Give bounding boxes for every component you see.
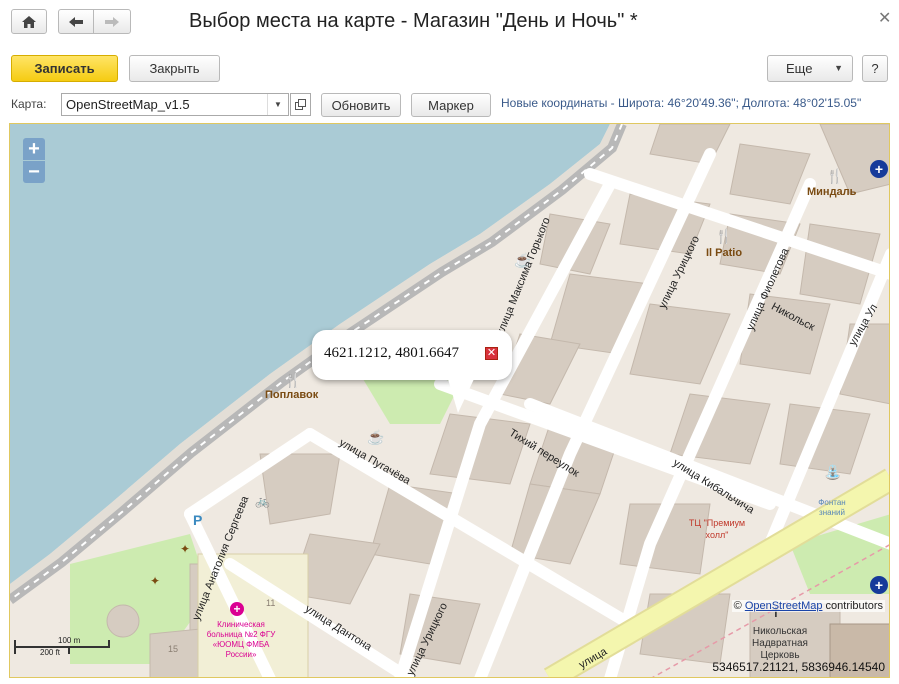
window-title: Выбор места на карте - Магазин "День и Н…: [189, 10, 638, 32]
scale-bar: 100 m 200 ft: [14, 636, 114, 658]
map-view[interactable]: + − 🍴 Миндаль 🍴 Il Patio ☕ 🍴 Поплавок ☕ …: [9, 123, 890, 678]
playground-icon: ✦: [150, 574, 161, 588]
more-label: Еще: [786, 61, 813, 76]
map-attribution: © OpenStreetMap contributors: [731, 600, 885, 612]
dropdown-arrow-icon[interactable]: ▼: [267, 94, 288, 115]
map-label: Карта:: [11, 97, 47, 111]
popup-close-button[interactable]: ✕: [485, 347, 498, 360]
house-number: 15: [168, 644, 179, 654]
home-button[interactable]: [11, 9, 47, 34]
zoom-in-button[interactable]: +: [23, 138, 45, 160]
bicycle-icon: 🚲: [255, 494, 270, 508]
popup-tail: [448, 379, 474, 413]
close-button[interactable]: Закрыть: [129, 55, 220, 82]
back-button[interactable]: [58, 9, 94, 34]
save-button[interactable]: Записать: [11, 55, 118, 82]
arrow-right-icon: [105, 16, 119, 27]
parking-icon: P: [193, 512, 203, 528]
info-marker-icon[interactable]: +: [870, 576, 888, 594]
info-marker-icon[interactable]: +: [870, 160, 888, 178]
attribution-suffix: contributors: [822, 600, 883, 612]
restaurant-icon: 🍴: [715, 228, 733, 244]
close-icon[interactable]: ✕: [878, 8, 891, 28]
playground-icon: ✦: [180, 542, 191, 556]
poi-church: Никольская Надвратная Церковь: [752, 626, 808, 661]
poi-tc: ТЦ "Премиум холл": [688, 518, 746, 540]
attribution-prefix: ©: [733, 600, 745, 612]
chevron-down-icon: ▼: [834, 63, 843, 73]
house-number: 11: [266, 598, 276, 608]
cafe-icon: ☕: [367, 429, 385, 445]
home-icon: [22, 15, 36, 28]
hospital-icon: +: [230, 602, 244, 616]
more-button[interactable]: Еще ▼: [767, 55, 853, 82]
fountain-icon: ⛲: [824, 464, 842, 480]
open-map-button[interactable]: [290, 93, 311, 116]
cursor-coordinates: 5346517.21121, 5836946.14540: [712, 660, 885, 674]
help-button[interactable]: ?: [862, 55, 888, 82]
popup-coordinates: 4621.1212, 4801.6647: [324, 345, 459, 361]
zoom-out-button[interactable]: −: [23, 161, 45, 183]
poi-hospital: Клиническая больница №2 ФГУ «ЮОМЦ ФМБА Р…: [206, 620, 276, 659]
scale-meters: 100 m: [58, 636, 81, 645]
new-coordinates-text: Новые координаты - Широта: 46°20'49.36";…: [501, 96, 862, 110]
map-select[interactable]: OpenStreetMap_v1.5 ▼: [61, 93, 289, 116]
open-window-icon: [295, 99, 306, 110]
map-select-value: OpenStreetMap_v1.5: [66, 97, 190, 112]
poi-mindal: Миндаль: [807, 186, 857, 198]
marker-button[interactable]: Маркер: [411, 93, 491, 117]
refresh-button[interactable]: Обновить: [321, 93, 401, 117]
poi-fountain: Фонтан знаний: [818, 498, 846, 517]
restaurant-icon: 🍴: [284, 372, 302, 388]
poi-patio: Il Patio: [706, 247, 743, 259]
arrow-left-icon: [69, 16, 83, 27]
restaurant-icon: 🍴: [826, 168, 844, 184]
poi-poplavok: Поплавок: [265, 389, 319, 401]
coordinates-popup: 4621.1212, 4801.6647 ✕: [312, 330, 512, 413]
openstreetmap-link[interactable]: OpenStreetMap: [745, 600, 823, 612]
scale-feet: 200 ft: [40, 648, 61, 657]
forward-button[interactable]: [93, 9, 131, 34]
